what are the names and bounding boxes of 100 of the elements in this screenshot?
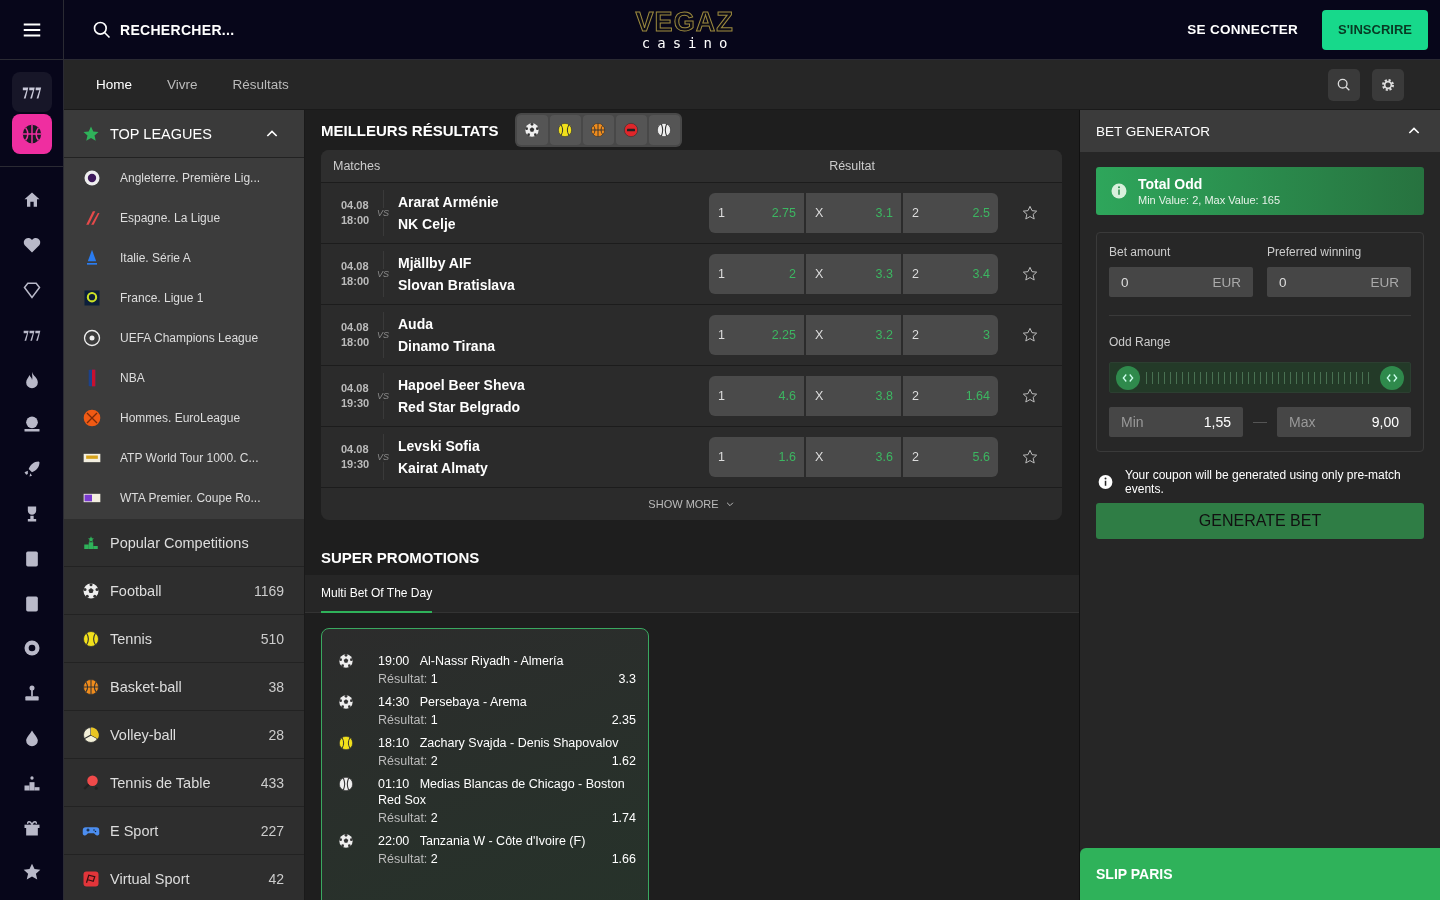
team-name: Mjällby AIF xyxy=(398,255,473,271)
odds-button[interactable]: 1 2 xyxy=(709,254,804,294)
section-title: SUPER PROMOTIONS xyxy=(321,549,480,566)
signup-button[interactable]: S'INSCRIRE xyxy=(1322,9,1428,50)
star-icon xyxy=(1022,388,1038,404)
odds-value: 1.74 xyxy=(611,811,636,825)
nav-tab[interactable]: Home xyxy=(96,77,132,92)
odds-button[interactable]: 1 4.6 xyxy=(709,376,804,416)
league-item[interactable]: UEFA Champions League xyxy=(64,318,304,358)
nav-tab[interactable]: Vivre xyxy=(167,77,198,92)
slider-thumb[interactable] xyxy=(1380,366,1404,390)
sport-filter[interactable] xyxy=(582,115,614,145)
basketball-icon xyxy=(590,122,606,138)
show-more-button[interactable]: SHOW MORE xyxy=(648,498,735,510)
match-time: 18:00 xyxy=(341,213,369,228)
league-item[interactable]: Italie. Série A xyxy=(64,238,304,278)
league-item[interactable]: Espagne. La Ligue xyxy=(64,198,304,238)
result-label: Résultat: xyxy=(378,713,428,727)
panel-title: BET GENERATOR xyxy=(1096,123,1212,139)
odds-button[interactable]: 1 2.75 xyxy=(709,193,804,233)
generate-button[interactable]: GENERATE BET xyxy=(1096,503,1424,539)
team-name: Slovan Bratislava xyxy=(398,277,516,293)
league-item[interactable]: Hommes. EuroLeague xyxy=(64,398,304,438)
basketball-icon xyxy=(20,123,43,145)
vs-label: VS xyxy=(377,208,389,218)
result-label: Résultat: xyxy=(378,672,428,686)
sport-filter[interactable] xyxy=(549,115,581,145)
range-slider[interactable] xyxy=(1109,362,1411,393)
volleyball-icon xyxy=(82,725,100,744)
match-date: 04.08 xyxy=(341,381,369,396)
field-label: Preferred winning xyxy=(1267,245,1363,259)
match-title: 18:10 Zachary Svajda - Denis Shapovalov xyxy=(378,735,620,751)
soccer-ball-icon xyxy=(338,653,354,669)
odds-button[interactable]: 2 3.4 xyxy=(903,254,998,294)
odds-button[interactable]: X 3.3 xyxy=(806,254,901,294)
logo-text[interactable]: VEGAZ xyxy=(635,9,734,36)
slider-thumb[interactable] xyxy=(1116,366,1140,390)
flag-icon xyxy=(82,869,100,888)
info-text: Your coupon will be generated using only pre-match events. xyxy=(1125,468,1402,496)
field-label: Bet amount xyxy=(1109,245,1172,259)
min-field[interactable]: Min 1,55 xyxy=(1109,407,1243,437)
login-button[interactable]: SE CONNECTER xyxy=(1187,22,1299,37)
tennis-ball-icon xyxy=(82,629,100,648)
odds-button[interactable]: 2 1.64 xyxy=(903,376,998,416)
settings-button[interactable] xyxy=(1372,68,1404,101)
league-item[interactable]: WTA Premier. Coupe Ro... xyxy=(64,478,304,518)
odds-button[interactable]: X 3.6 xyxy=(806,437,901,477)
settings-icon xyxy=(1380,76,1396,93)
league-item[interactable]: NBA xyxy=(64,358,304,398)
tennis-ball-icon xyxy=(557,122,573,138)
team-name: Ararat Arménie xyxy=(398,194,500,210)
result-value: 2 xyxy=(430,754,438,768)
league-item[interactable]: ATP World Tour 1000. C... xyxy=(64,438,304,478)
match-time: 19:30 xyxy=(341,457,369,472)
nav-tab[interactable]: Résultats xyxy=(232,77,289,92)
league-item[interactable]: Angleterre. Première Lig... xyxy=(64,158,304,198)
odds-button[interactable]: 2 2.5 xyxy=(903,193,998,233)
odds-value: 1.62 xyxy=(611,754,636,768)
soccer-ball-icon xyxy=(524,122,540,138)
vs-label: VS xyxy=(377,391,389,401)
result-label: Résultat: xyxy=(378,811,428,825)
sport-filter[interactable] xyxy=(648,115,680,145)
odds-button[interactable]: 1 1.6 xyxy=(709,437,804,477)
league-logo-icon xyxy=(82,328,102,348)
search-button[interactable] xyxy=(1328,68,1360,101)
league-item[interactable]: France. Ligue 1 xyxy=(64,278,304,318)
team-name: Levski Sofia xyxy=(398,438,481,454)
team-name: Auda xyxy=(398,316,434,332)
odds-button[interactable]: 2 5.6 xyxy=(903,437,998,477)
fight-ball-icon xyxy=(623,122,639,138)
team-name: NK Celje xyxy=(398,216,457,232)
odds-button[interactable]: 2 3 xyxy=(903,315,998,355)
odds-button[interactable]: X 3.1 xyxy=(806,193,901,233)
section-title: MEILLEURS RÉSULTATS xyxy=(321,121,499,139)
category-tab[interactable] xyxy=(11,114,52,154)
match-title: 22:00 Tanzania W - Côte d'Ivoire (F) xyxy=(378,833,587,849)
match-date: 04.08 xyxy=(341,442,369,457)
match-date: 04.08 xyxy=(341,320,369,335)
arrows-icon xyxy=(1385,371,1399,385)
star-icon xyxy=(1022,205,1038,221)
team-name: Dinamo Tirana xyxy=(398,338,496,354)
odds-button[interactable]: 1 2.25 xyxy=(709,315,804,355)
match-title: 01:10 Medias Blancas de Chicago - Boston Red Sox xyxy=(378,776,626,808)
amount-field[interactable]: 0 EUR xyxy=(1109,267,1253,297)
max-field[interactable]: Max 9,00 xyxy=(1277,407,1411,437)
odds-value: 1.66 xyxy=(611,852,636,866)
category-tab[interactable] xyxy=(11,72,52,112)
baseball-icon xyxy=(656,122,672,138)
star-icon xyxy=(1022,327,1038,343)
column-header: Matches xyxy=(333,159,381,173)
odds-button[interactable]: X 3.8 xyxy=(806,376,901,416)
vs-label: VS xyxy=(377,269,389,279)
vs-label: VS xyxy=(377,330,389,340)
sport-filter[interactable] xyxy=(516,115,548,145)
odds-button[interactable]: X 3.2 xyxy=(806,315,901,355)
winning-field[interactable]: 0 EUR xyxy=(1267,267,1411,297)
team-name: Kairat Almaty xyxy=(398,460,489,476)
odds-value: 2.35 xyxy=(611,713,636,727)
promo-tab[interactable]: Multi Bet Of The Day xyxy=(321,575,433,613)
search-field[interactable]: RECHERCHER... xyxy=(92,19,292,40)
